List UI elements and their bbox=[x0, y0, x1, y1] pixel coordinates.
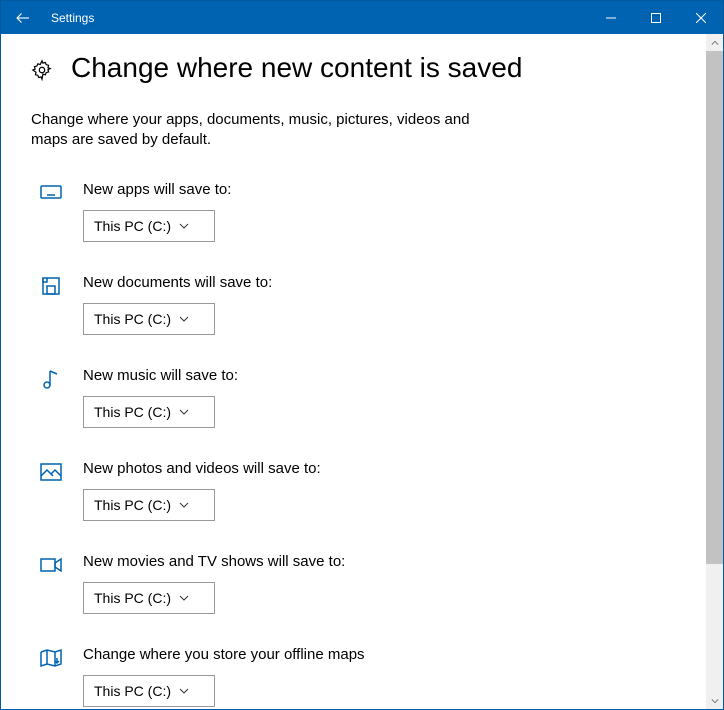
setting-documents: New documents will save to: This PC (C:) bbox=[39, 274, 693, 335]
chevron-down-icon bbox=[179, 314, 189, 324]
setting-photos-label: New photos and videos will save to: bbox=[83, 460, 693, 477]
close-button[interactable] bbox=[678, 1, 723, 34]
maximize-button[interactable] bbox=[633, 1, 678, 34]
back-button[interactable] bbox=[1, 1, 45, 34]
photos-icon bbox=[39, 460, 63, 484]
chevron-down-icon bbox=[179, 407, 189, 417]
setting-apps-dropdown[interactable]: This PC (C:) bbox=[83, 210, 215, 242]
minimize-icon bbox=[606, 13, 616, 23]
setting-maps: Change where you store your offline maps… bbox=[39, 646, 693, 707]
music-icon bbox=[39, 367, 63, 391]
setting-apps-label: New apps will save to: bbox=[83, 181, 693, 198]
scroll-down-button[interactable] bbox=[706, 692, 723, 709]
setting-maps-label: Change where you store your offline maps bbox=[83, 646, 693, 663]
setting-music: New music will save to: This PC (C:) bbox=[39, 367, 693, 428]
chevron-down-icon bbox=[179, 686, 189, 696]
setting-photos-value: This PC (C:) bbox=[94, 497, 171, 513]
chevron-up-icon bbox=[711, 39, 719, 47]
maps-icon bbox=[39, 646, 63, 670]
setting-movies-value: This PC (C:) bbox=[94, 590, 171, 606]
setting-movies-label: New movies and TV shows will save to: bbox=[83, 553, 693, 570]
chevron-down-icon bbox=[179, 593, 189, 603]
maximize-icon bbox=[651, 13, 661, 23]
setting-movies: New movies and TV shows will save to: Th… bbox=[39, 553, 693, 614]
scrollbar-thumb[interactable] bbox=[706, 51, 723, 564]
setting-documents-value: This PC (C:) bbox=[94, 311, 171, 327]
chevron-down-icon bbox=[711, 697, 719, 705]
titlebar: Settings bbox=[1, 1, 723, 34]
documents-icon bbox=[39, 274, 63, 298]
setting-documents-label: New documents will save to: bbox=[83, 274, 693, 291]
apps-icon bbox=[39, 181, 63, 205]
setting-photos: New photos and videos will save to: This… bbox=[39, 460, 693, 521]
setting-maps-dropdown[interactable]: This PC (C:) bbox=[83, 675, 215, 707]
window-title: Settings bbox=[45, 11, 588, 25]
setting-movies-dropdown[interactable]: This PC (C:) bbox=[83, 582, 215, 614]
scroll-up-button[interactable] bbox=[706, 34, 723, 51]
setting-music-dropdown[interactable]: This PC (C:) bbox=[83, 396, 215, 428]
window-controls bbox=[588, 1, 723, 34]
page-header: Change where new content is saved bbox=[31, 52, 693, 84]
chevron-down-icon bbox=[179, 221, 189, 231]
setting-photos-dropdown[interactable]: This PC (C:) bbox=[83, 489, 215, 521]
setting-music-value: This PC (C:) bbox=[94, 404, 171, 420]
setting-apps: New apps will save to: This PC (C:) bbox=[39, 181, 693, 242]
gear-icon bbox=[31, 59, 53, 81]
setting-apps-value: This PC (C:) bbox=[94, 218, 171, 234]
page-description: Change where your apps, documents, music… bbox=[31, 110, 491, 151]
page-title: Change where new content is saved bbox=[71, 52, 522, 84]
setting-maps-value: This PC (C:) bbox=[94, 683, 171, 699]
minimize-button[interactable] bbox=[588, 1, 633, 34]
close-icon bbox=[696, 13, 706, 23]
content-area: Change where new content is saved Change… bbox=[1, 34, 723, 709]
vertical-scrollbar[interactable] bbox=[706, 34, 723, 709]
arrow-left-icon bbox=[14, 9, 32, 27]
chevron-down-icon bbox=[179, 500, 189, 510]
setting-music-label: New music will save to: bbox=[83, 367, 693, 384]
setting-documents-dropdown[interactable]: This PC (C:) bbox=[83, 303, 215, 335]
settings-window: Settings Change where new content is sav… bbox=[0, 0, 724, 710]
movies-icon bbox=[39, 553, 63, 577]
scrollbar-track[interactable] bbox=[706, 51, 723, 692]
